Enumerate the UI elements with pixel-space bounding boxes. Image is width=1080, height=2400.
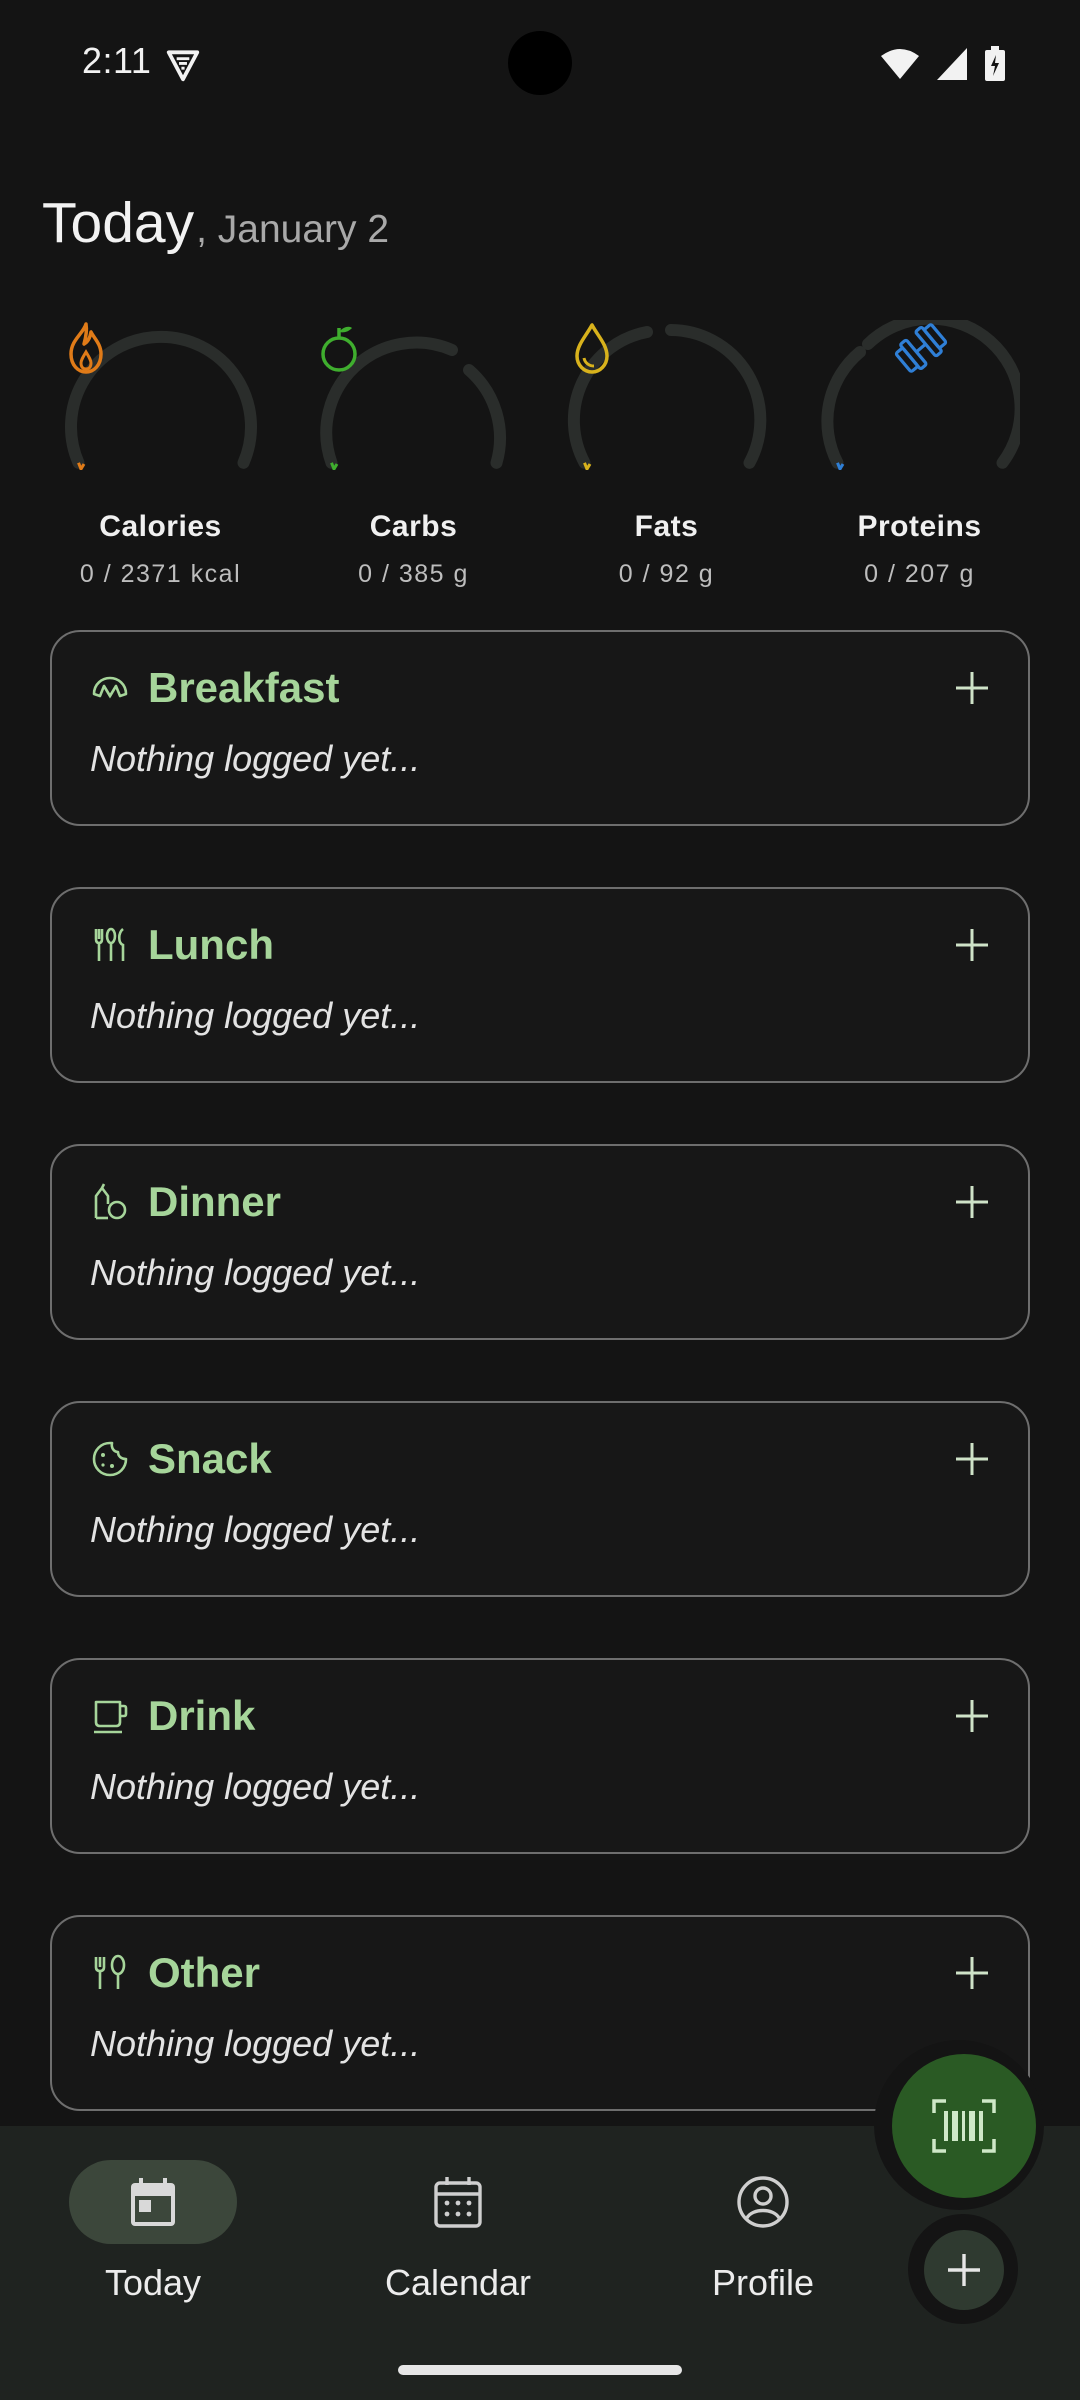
- dinner-icon: [94, 1183, 127, 1220]
- cup-icon: [94, 1700, 128, 1734]
- barcode-scan-icon: [932, 2099, 996, 2153]
- meal-empty-text: Nothing logged yet...: [90, 1509, 421, 1550]
- meal-title: Other: [148, 1949, 261, 1996]
- status-icons: [880, 44, 1006, 84]
- scan-barcode-button[interactable]: [892, 2054, 1036, 2198]
- add-dinner-button[interactable]: [952, 1182, 992, 1222]
- meal-card-dinner[interactable]: Dinner Nothing logged yet...: [50, 1144, 1030, 1340]
- meal-card-other[interactable]: Other Nothing logged yet...: [50, 1915, 1030, 2111]
- add-snack-button[interactable]: [952, 1439, 992, 1479]
- plus-icon: [948, 2254, 980, 2286]
- macro-value: 0 / 2371 kcal: [79, 560, 242, 588]
- add-breakfast-button[interactable]: [952, 668, 992, 708]
- calories-gauge: [61, 320, 261, 470]
- gesture-handle[interactable]: [398, 2365, 682, 2375]
- meal-title: Drink: [148, 1692, 256, 1739]
- page-title: Today: [42, 191, 195, 255]
- nav-label: Today: [104, 2262, 202, 2303]
- meal-empty-text: Nothing logged yet...: [90, 738, 421, 779]
- meal-title: Dinner: [148, 1178, 282, 1225]
- proteins-gauge: [820, 320, 1020, 470]
- flame-icon: [68, 322, 103, 374]
- meal-empty-text: Nothing logged yet...: [90, 995, 421, 1036]
- nav-indicator: [374, 2160, 542, 2244]
- macro-label: Carbs: [369, 510, 458, 543]
- meal-header: Other: [90, 1945, 260, 2001]
- nav-calendar[interactable]: Calendar: [338, 2160, 578, 2304]
- meal-empty-text: Nothing logged yet...: [90, 2023, 421, 2064]
- macro-calories[interactable]: Calories 0 / 2371 kcal: [34, 320, 287, 589]
- nav-indicator: [69, 2160, 237, 2244]
- vpn-icon: [166, 50, 200, 82]
- wifi-icon: [881, 49, 919, 79]
- meal-title: Lunch: [148, 921, 274, 968]
- meal-card-breakfast[interactable]: Breakfast Nothing logged yet...: [50, 630, 1030, 826]
- macro-summary: Calories 0 / 2371 kcal Carbs 0 / 385 g F…: [34, 320, 1046, 589]
- macro-label: Proteins: [857, 510, 982, 543]
- nav-today[interactable]: Today: [33, 2160, 273, 2304]
- macro-fats[interactable]: Fats 0 / 92 g: [540, 320, 793, 589]
- macro-proteins[interactable]: Proteins 0 / 207 g: [793, 320, 1046, 589]
- quick-add-button[interactable]: [924, 2230, 1004, 2310]
- page-header: Today , January 2: [42, 190, 389, 256]
- nav-indicator: [679, 2160, 847, 2244]
- add-drink-button[interactable]: [952, 1696, 992, 1736]
- add-other-button[interactable]: [952, 1953, 992, 1993]
- meal-header: Breakfast: [90, 660, 339, 716]
- screen: 2:11 Today , January 2 Calories 0 / 2371…: [0, 0, 1080, 2400]
- nav-label: Profile: [711, 2262, 815, 2303]
- meal-header: Snack: [90, 1431, 272, 1487]
- cookie-icon: [92, 1441, 128, 1477]
- meal-title: Snack: [148, 1435, 272, 1482]
- fats-gauge: [567, 320, 767, 470]
- meal-header: Drink: [90, 1688, 255, 1744]
- apple-icon: [320, 326, 357, 372]
- drop-icon: [574, 323, 609, 374]
- meal-empty-text: Nothing logged yet...: [90, 1766, 421, 1807]
- signal-icon: [937, 48, 967, 80]
- meal-header: Dinner: [90, 1174, 281, 1230]
- macro-carbs[interactable]: Carbs 0 / 385 g: [287, 320, 540, 589]
- macro-value: 0 / 207 g: [864, 560, 975, 588]
- calendar-today-icon: [131, 2178, 175, 2226]
- calendar-icon: [434, 2177, 482, 2228]
- nav-label: Calendar: [384, 2262, 532, 2303]
- status-time: 2:11: [82, 40, 152, 81]
- meal-empty-text: Nothing logged yet...: [90, 1252, 421, 1293]
- page-date: , January 2: [196, 208, 390, 251]
- meal-card-drink[interactable]: Drink Nothing logged yet...: [50, 1658, 1030, 1854]
- meal-card-lunch[interactable]: Lunch Nothing logged yet...: [50, 887, 1030, 1083]
- add-lunch-button[interactable]: [952, 925, 992, 965]
- utensils-icon: [94, 927, 125, 961]
- carbs-gauge: [314, 320, 514, 470]
- fork-spoon-icon: [94, 1954, 126, 1989]
- nav-profile[interactable]: Profile: [643, 2160, 883, 2304]
- macro-value: 0 / 385 g: [358, 560, 469, 588]
- macro-label: Fats: [634, 510, 699, 543]
- meal-card-snack[interactable]: Snack Nothing logged yet...: [50, 1401, 1030, 1597]
- macro-label: Calories: [99, 510, 222, 543]
- profile-icon: [737, 2176, 789, 2228]
- meal-title: Breakfast: [148, 664, 340, 711]
- status-bar: 2:11: [0, 0, 1080, 128]
- meal-header: Lunch: [90, 917, 274, 973]
- dumbbell-icon: [894, 323, 947, 373]
- macro-value: 0 / 92 g: [618, 560, 715, 588]
- camera-cutout: [508, 31, 572, 95]
- battery-icon: [985, 46, 1005, 81]
- croissant-icon: [92, 676, 128, 699]
